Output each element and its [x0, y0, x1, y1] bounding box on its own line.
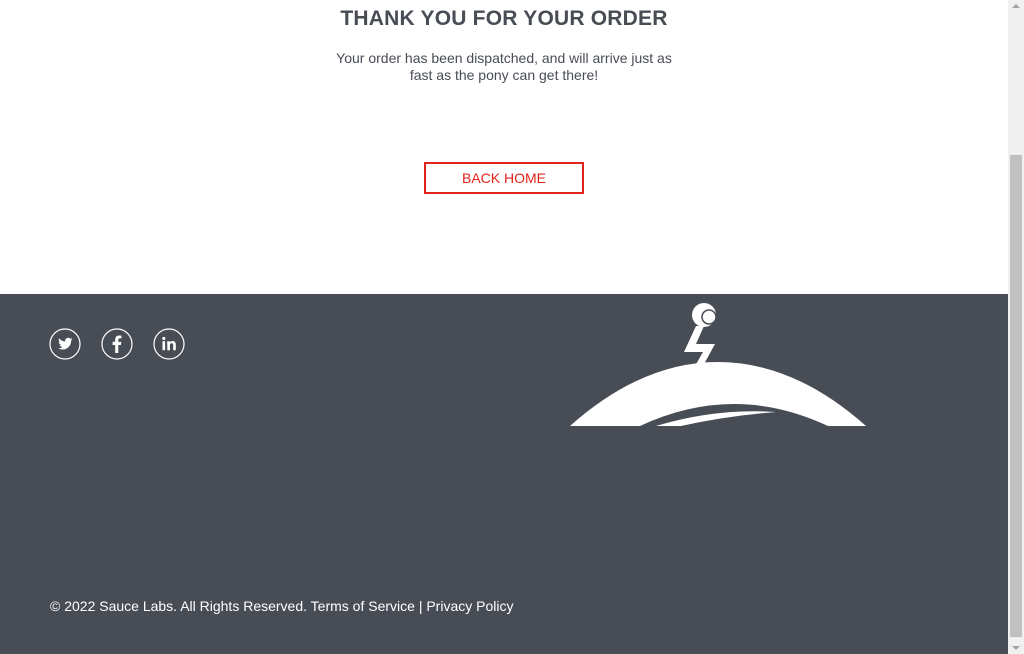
social-links — [49, 328, 185, 360]
complete-text: Your order has been dispatched, and will… — [0, 50, 1008, 84]
footer: © 2022 Sauce Labs. All Rights Reserved. … — [0, 294, 1008, 654]
vertical-scrollbar[interactable] — [1008, 0, 1024, 654]
copyright-text: © 2022 Sauce Labs. All Rights Reserved. — [50, 598, 308, 614]
scroll-down-arrow-icon[interactable] — [1012, 646, 1020, 650]
page-viewport: THANK YOU FOR YOUR ORDER Your order has … — [0, 0, 1008, 654]
complete-text-line-1: Your order has been dispatched, and will… — [336, 50, 672, 66]
checkout-complete-container: THANK YOU FOR YOUR ORDER Your order has … — [0, 0, 1008, 294]
footer-separator: | — [418, 598, 423, 614]
back-home-button[interactable]: BACK HOME — [424, 162, 584, 194]
facebook-link[interactable] — [101, 328, 133, 360]
twitter-link[interactable] — [49, 328, 81, 360]
swag-bot-footer-icon — [570, 303, 866, 426]
footer-copyright: © 2022 Sauce Labs. All Rights Reserved. … — [50, 598, 513, 614]
privacy-policy-link[interactable]: Privacy Policy — [426, 598, 513, 614]
linkedin-icon — [153, 328, 185, 360]
twitter-icon — [49, 328, 81, 360]
facebook-icon — [101, 328, 133, 360]
complete-text-line-2: fast as the pony can get there! — [409, 67, 599, 83]
terms-of-service-link[interactable]: Terms of Service — [311, 598, 415, 614]
scroll-up-arrow-icon[interactable] — [1012, 4, 1020, 8]
complete-header: THANK YOU FOR YOUR ORDER — [340, 7, 668, 30]
linkedin-link[interactable] — [153, 328, 185, 360]
scrollbar-thumb[interactable] — [1010, 155, 1022, 637]
